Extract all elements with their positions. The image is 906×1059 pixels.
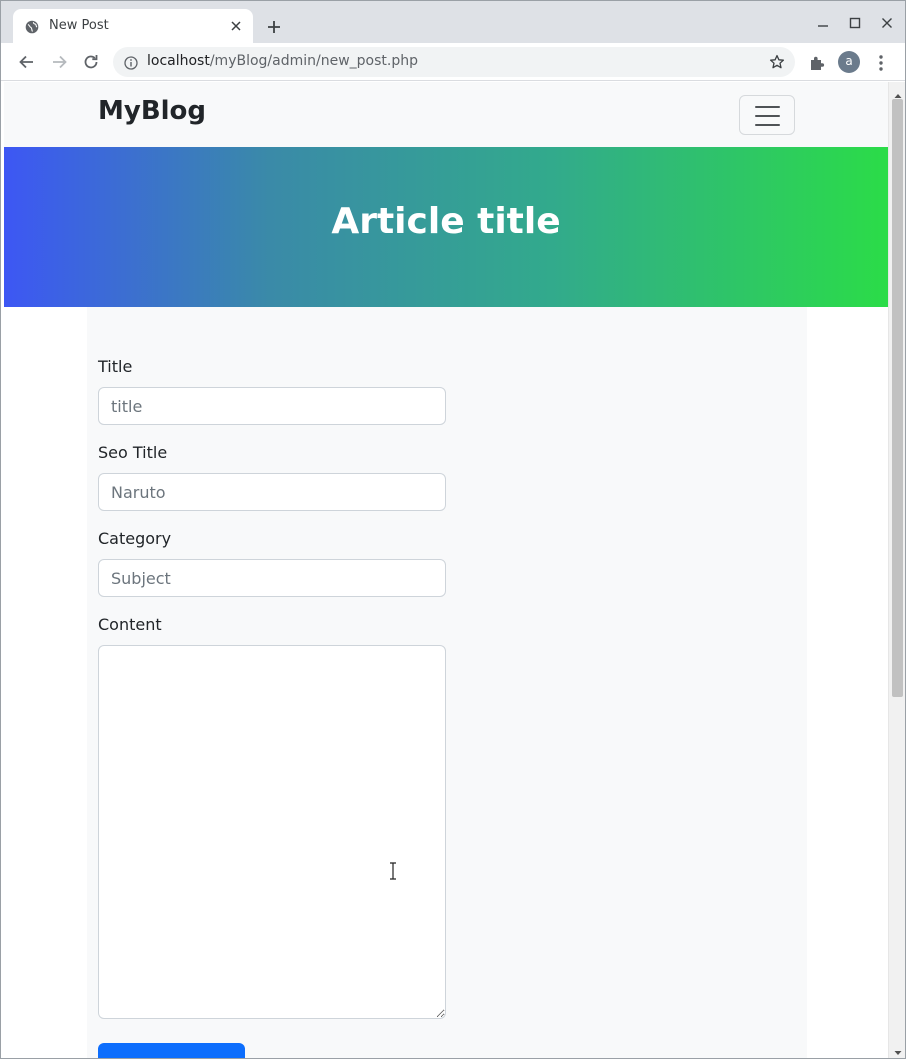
back-arrow-icon[interactable]: [17, 52, 37, 72]
title-input[interactable]: [98, 387, 446, 425]
tab-new-post[interactable]: New Post: [13, 9, 253, 43]
tab-strip: New Post: [1, 1, 905, 43]
hamburger-icon-bar: [755, 124, 780, 126]
browser-menu-icon[interactable]: [873, 54, 889, 72]
url-host: localhost: [147, 53, 210, 69]
close-window-icon[interactable]: [879, 15, 895, 31]
scrollbar-thumb[interactable]: [892, 99, 903, 697]
close-tab-icon[interactable]: [228, 18, 244, 34]
hamburger-icon-bar: [755, 115, 780, 117]
post-form-container: Title Seo Title Category Content: [87, 307, 807, 1058]
hero-banner: Article title: [4, 147, 888, 307]
address-bar[interactable]: localhost/myBlog/admin/new_post.php: [113, 47, 795, 77]
site-navbar: MyBlog: [4, 82, 888, 147]
profile-avatar[interactable]: a: [838, 51, 860, 73]
tab-title: New Post: [49, 18, 109, 33]
content-label: Content: [98, 615, 162, 634]
browser-window: New Post localhost/myBlog/admin/new_post…: [0, 0, 906, 1059]
brand-logo-link[interactable]: MyBlog: [98, 96, 206, 126]
hamburger-icon-bar: [755, 106, 780, 108]
maximize-icon[interactable]: [847, 15, 863, 31]
extensions-puzzle-icon[interactable]: [808, 54, 826, 72]
globe-icon: [25, 19, 39, 34]
seo-title-input[interactable]: [98, 473, 446, 511]
scroll-down-icon[interactable]: [893, 1043, 903, 1055]
seo-title-label: Seo Title: [98, 443, 168, 462]
minimize-icon[interactable]: [815, 15, 831, 31]
category-label: Category: [98, 529, 172, 548]
site-info-icon[interactable]: [124, 55, 138, 70]
browser-toolbar: localhost/myBlog/admin/new_post.php a: [1, 43, 905, 81]
title-label: Title: [98, 357, 133, 376]
category-input[interactable]: [98, 559, 446, 597]
reload-icon[interactable]: [81, 52, 101, 72]
text-cursor-icon: [389, 862, 397, 880]
page-scrollbar[interactable]: [888, 82, 905, 1058]
forward-arrow-icon[interactable]: [49, 52, 69, 72]
navbar-toggler-button[interactable]: [739, 95, 795, 135]
page-viewport: MyBlog Article title Title Seo Title Cat…: [4, 82, 888, 1058]
content-textarea[interactable]: [98, 645, 446, 1019]
submit-button[interactable]: [98, 1043, 245, 1058]
url-text[interactable]: localhost/myBlog/admin/new_post.php: [147, 53, 418, 69]
hero-title: Article title: [331, 201, 561, 242]
bookmark-star-icon[interactable]: [769, 54, 785, 70]
url-path: /myBlog/admin/new_post.php: [209, 53, 418, 69]
new-tab-icon[interactable]: [264, 17, 284, 37]
scroll-up-icon[interactable]: [893, 86, 903, 98]
